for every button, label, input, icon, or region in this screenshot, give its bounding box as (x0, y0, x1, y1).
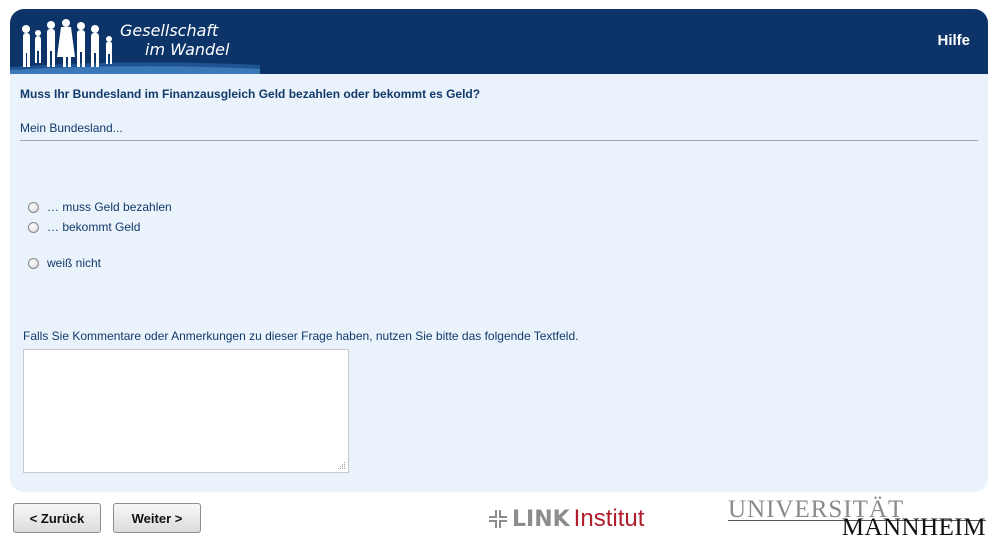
people-silhouette-icon (22, 19, 112, 67)
radio-icon[interactable] (28, 257, 39, 269)
option-label: … bekommt Geld (47, 220, 141, 234)
back-button[interactable]: < Zurück (13, 503, 101, 533)
option-bekommt-geld[interactable]: … bekommt Geld (28, 220, 140, 234)
radio-icon[interactable] (28, 221, 39, 233)
comment-label: Falls Sie Kommentare oder Anmerkungen zu… (23, 329, 579, 343)
logo-line-2: im Wandel (145, 40, 230, 59)
question-title: Muss Ihr Bundesland im Finanzausgleich G… (20, 87, 481, 101)
uni-mannheim-logo: UNIVERSITÄT MANNHEIM (728, 496, 986, 541)
radio-icon[interactable] (28, 201, 39, 213)
question-subtext: Mein Bundesland... (20, 121, 123, 135)
divider (20, 140, 978, 141)
option-weiss-nicht[interactable]: weiß nicht (28, 256, 101, 270)
help-link[interactable]: Hilfe (937, 32, 970, 49)
mannheim-word: MANNHEIM (841, 514, 986, 541)
comment-textarea[interactable] (23, 349, 349, 473)
site-logo-text: Gesellschaft im Wandel (120, 21, 229, 59)
link-cross-icon (489, 510, 507, 528)
resize-grip-icon[interactable] (338, 462, 346, 470)
link-institut-logo: LINK Institut (488, 504, 644, 534)
option-label: weiß nicht (47, 256, 102, 270)
survey-panel: Gesellschaft im Wandel Hilfe Muss Ihr Bu… (10, 9, 988, 492)
option-label: … muss Geld bezahlen (47, 200, 172, 214)
logo-line-1: Gesellschaft (120, 21, 219, 40)
option-muss-geld-bezahlen[interactable]: … muss Geld bezahlen (28, 200, 172, 214)
link-institut-word: Institut (573, 505, 645, 532)
next-button[interactable]: Weiter > (113, 503, 201, 533)
header-bar: Gesellschaft im Wandel Hilfe (10, 9, 988, 74)
link-word: LINK (512, 506, 570, 532)
